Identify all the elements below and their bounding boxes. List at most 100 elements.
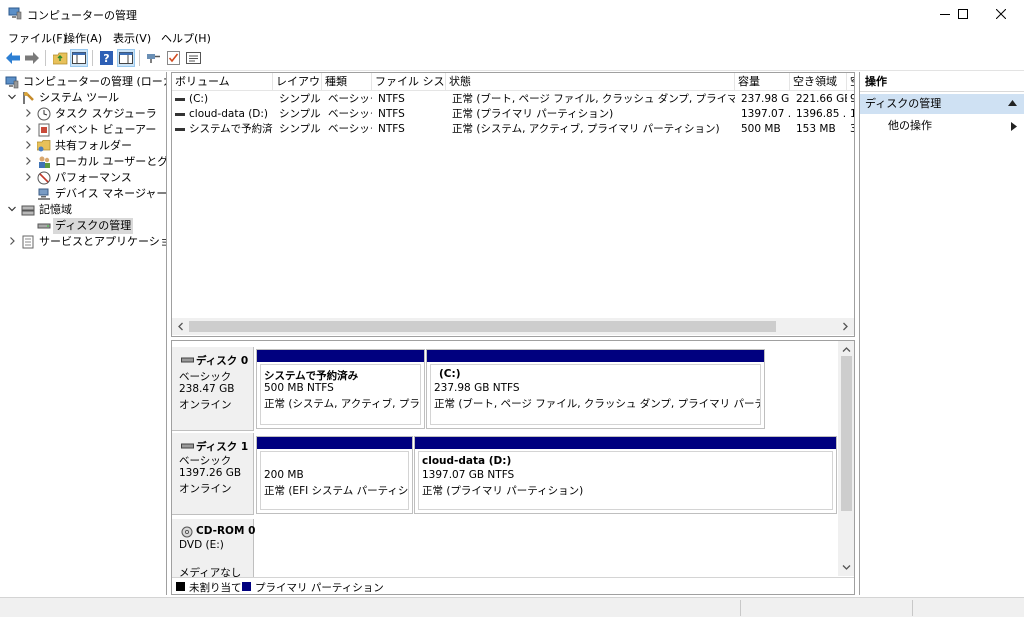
- maximize-button[interactable]: [945, 0, 981, 28]
- partition-status: 正常 (システム, アクティブ, プライマリ パ: [264, 398, 420, 410]
- cell-filesystem: NTFS: [378, 93, 405, 105]
- tree-item-event-viewer[interactable]: イベント ビューアー: [0, 122, 166, 138]
- cell-capacity: 1397.07 ...: [741, 108, 790, 120]
- submenu-arrow-icon: [1011, 122, 1017, 131]
- column-header-capacity[interactable]: 容量: [735, 73, 790, 91]
- chevron-down-icon[interactable]: [7, 203, 17, 215]
- unallocated-swatch: [176, 582, 185, 591]
- maximize-icon: [958, 9, 968, 19]
- clock-icon: [37, 107, 51, 121]
- scrollbar-thumb[interactable]: [841, 356, 852, 511]
- cdrom-icon: [181, 526, 193, 538]
- partition-d[interactable]: cloud-data (D:) 1397.07 GB NTFS 正常 (プライマ…: [414, 436, 837, 514]
- chevron-right-icon[interactable]: [23, 139, 33, 151]
- menu-file[interactable]: ファイル(F): [8, 30, 67, 46]
- cell-type: ベーシック: [328, 93, 372, 105]
- partition-system-reserved[interactable]: システムで予約済み 500 MB NTFS 正常 (システム, アクティブ, プ…: [256, 349, 425, 429]
- partition-efi[interactable]: 200 MB 正常 (EFI システム パーティション): [256, 436, 413, 514]
- tree-label: サービスとアプリケーション: [39, 235, 166, 248]
- volume-row-system-reserved[interactable]: システムで予約済み シンプル ベーシック NTFS 正常 (システム, アクティ…: [172, 122, 854, 137]
- menu-bar: ファイル(F) 操作(A) 表示(V) ヘルプ(H): [0, 28, 1024, 46]
- tree-item-system-tools[interactable]: システム ツール: [0, 90, 166, 106]
- tree-label: システム ツール: [39, 91, 120, 104]
- partition-status: 正常 (ブート, ページ ファイル, クラッシュ ダンプ, プライマリ パーティ…: [434, 398, 760, 410]
- disk-0-type: ベーシック: [179, 371, 232, 383]
- disk-0-label[interactable]: ディスク 0 ベーシック 238.47 GB オンライン: [172, 347, 254, 431]
- column-header-filesystem[interactable]: ファイル システム: [372, 73, 446, 91]
- cell-layout: シンプル: [279, 108, 321, 120]
- partition-size: 1397.07 GB NTFS: [422, 469, 515, 481]
- scroll-left-button[interactable]: [174, 320, 187, 333]
- disk-map-vertical-scrollbar[interactable]: [838, 341, 854, 576]
- primary-partition-bar: [257, 437, 412, 449]
- column-header-volume[interactable]: ボリューム: [172, 73, 273, 91]
- tree-item-local-users[interactable]: ローカル ユーザーとグループ: [0, 154, 167, 170]
- back-button[interactable]: [4, 49, 22, 67]
- disk-1-type: ベーシック: [179, 455, 232, 467]
- help-button[interactable]: ?: [97, 49, 115, 67]
- tree-item-shared-folders[interactable]: 共有フォルダー: [0, 138, 166, 154]
- column-header-free-percent[interactable]: 空: [847, 73, 854, 91]
- column-header-layout[interactable]: レイアウト: [273, 73, 322, 91]
- scrollbar-thumb[interactable]: [189, 321, 776, 332]
- tree-label: イベント ビューアー: [55, 123, 157, 136]
- tree-item-device-manager[interactable]: デバイス マネージャー: [0, 186, 166, 202]
- column-header-free-space[interactable]: 空き領域: [790, 73, 847, 91]
- column-header-status[interactable]: 状態: [446, 73, 735, 91]
- show-hide-action-pane-button[interactable]: [117, 49, 135, 67]
- tree-item-task-scheduler[interactable]: タスク スケジューラ: [0, 106, 166, 122]
- volume-row-d[interactable]: cloud-data (D:) シンプル ベーシック NTFS 正常 (プライマ…: [172, 107, 854, 122]
- chevron-right-icon[interactable]: [23, 155, 33, 167]
- partition-status: 正常 (EFI システム パーティション): [264, 485, 409, 497]
- cell-type: ベーシック: [328, 108, 372, 120]
- scroll-down-button[interactable]: [840, 561, 853, 574]
- menu-action[interactable]: 操作(A): [64, 30, 102, 46]
- disk-1-name: ディスク 1: [196, 441, 249, 453]
- actions-group-disk-management[interactable]: ディスクの管理: [860, 94, 1024, 114]
- menu-help[interactable]: ヘルプ(H): [161, 30, 211, 46]
- partition-body: システムで予約済み 500 MB NTFS 正常 (システム, アクティブ, プ…: [260, 364, 421, 425]
- actions-pane: 操作 ディスクの管理 他の操作: [859, 72, 1024, 595]
- disk-1-size: 1397.26 GB: [179, 467, 242, 479]
- cell-free-space: 1396.85 ...: [796, 108, 847, 120]
- tree-item-disk-management[interactable]: ディスクの管理: [0, 218, 166, 234]
- cell-status: 正常 (システム, アクティブ, プライマリ パーティション): [452, 123, 720, 135]
- tree-item-storage[interactable]: 記憶域: [0, 202, 166, 218]
- scroll-up-button[interactable]: [840, 343, 853, 356]
- partition-name: システムで予約済み: [264, 370, 359, 382]
- tree-item-performance[interactable]: パフォーマンス: [0, 170, 166, 186]
- window-title: コンピューターの管理: [27, 9, 137, 22]
- chevron-right-icon[interactable]: [23, 171, 33, 183]
- tree-item-root[interactable]: コンピューターの管理 (ローカル): [0, 74, 166, 90]
- volume-row-c[interactable]: (C:) シンプル ベーシック NTFS 正常 (ブート, ページ ファイル, …: [172, 92, 854, 107]
- partition-c[interactable]: (C:) 237.98 GB NTFS 正常 (ブート, ページ ファイル, ク…: [426, 349, 765, 429]
- column-header-type[interactable]: 種類: [322, 73, 372, 91]
- primary-partition-swatch: [242, 582, 251, 591]
- chevron-right-icon[interactable]: [23, 123, 33, 135]
- chevron-down-icon[interactable]: [7, 91, 17, 103]
- volume-list-horizontal-scrollbar[interactable]: [172, 318, 854, 335]
- legend-unallocated: 未割り当て: [189, 582, 242, 594]
- shared-folder-icon: [37, 140, 51, 152]
- forward-button[interactable]: [23, 49, 41, 67]
- details-button[interactable]: [184, 49, 202, 67]
- more-actions-label: 他の操作: [888, 119, 932, 132]
- chevron-right-icon[interactable]: [23, 107, 33, 119]
- up-folder-button[interactable]: [51, 49, 69, 67]
- properties-button[interactable]: [164, 49, 182, 67]
- scroll-right-button[interactable]: [839, 320, 852, 333]
- connect-button[interactable]: [144, 49, 162, 67]
- tree-label: ローカル ユーザーとグループ: [55, 155, 167, 168]
- close-button[interactable]: [983, 0, 1019, 28]
- cdrom-0-label[interactable]: CD-ROM 0 DVD (E:) メディアなし: [172, 519, 255, 579]
- menu-view[interactable]: 表示(V): [113, 30, 151, 46]
- disk-1-label[interactable]: ディスク 1 ベーシック 1397.26 GB オンライン: [172, 433, 254, 515]
- show-hide-tree-button[interactable]: [70, 49, 88, 67]
- console-tree: コンピューターの管理 (ローカル) システム ツール タスク スケジューラ イベ…: [0, 72, 167, 595]
- more-actions-item[interactable]: 他の操作: [860, 117, 1024, 135]
- disk-management-icon: [37, 223, 51, 229]
- status-bar: [0, 597, 1024, 617]
- chevron-right-icon[interactable]: [7, 235, 17, 247]
- toolbar: ?: [0, 46, 1024, 71]
- tree-item-services-apps[interactable]: サービスとアプリケーション: [0, 234, 166, 250]
